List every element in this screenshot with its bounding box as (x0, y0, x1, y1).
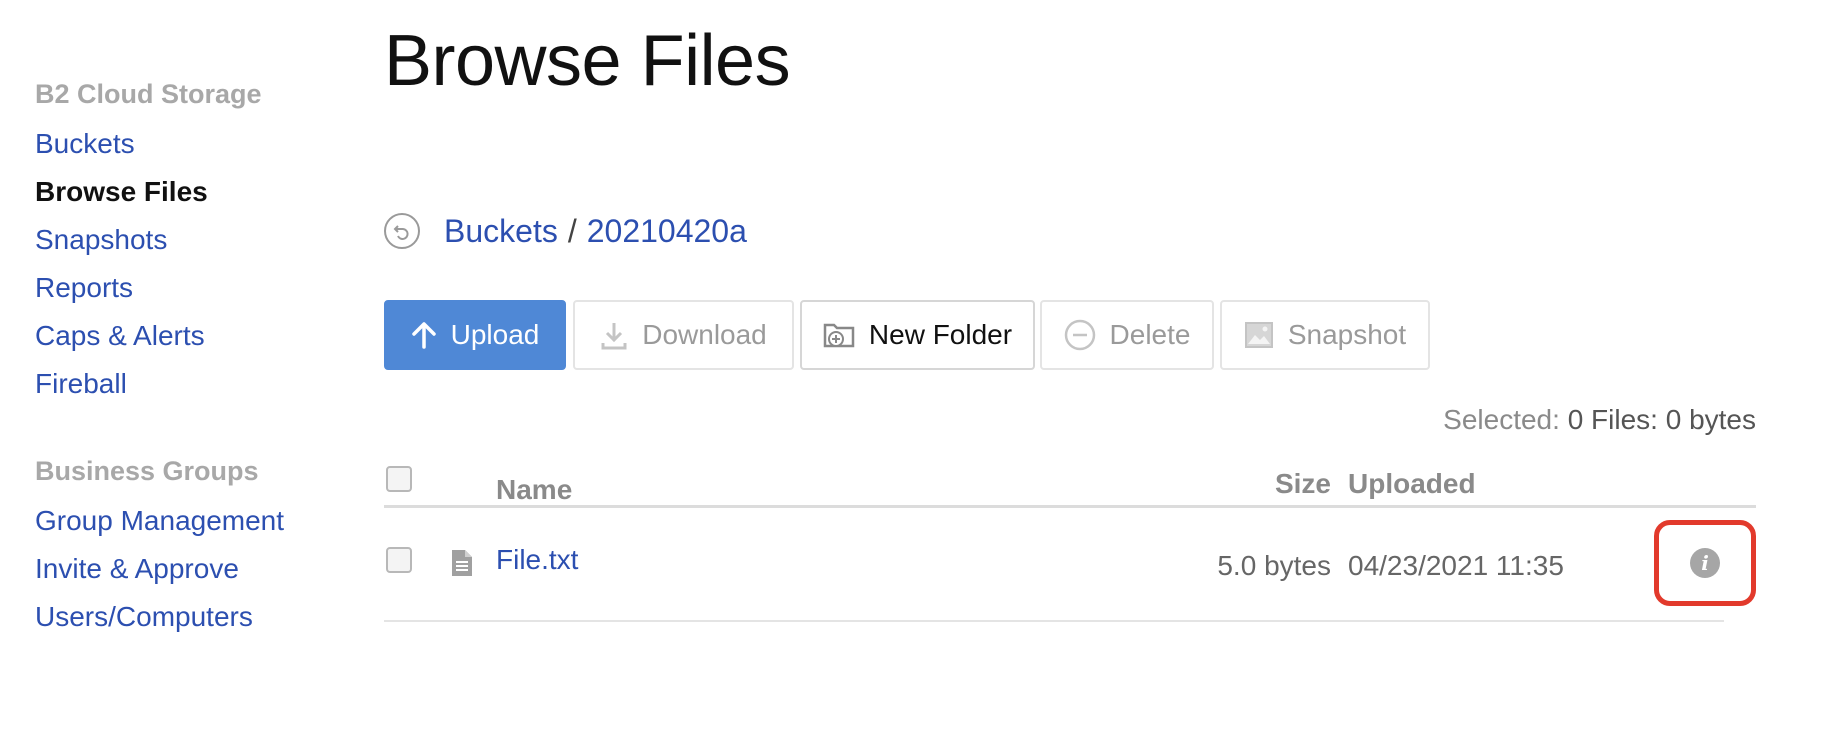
file-size: 5.0 bytes (1217, 550, 1331, 581)
download-button[interactable]: Download (573, 300, 794, 370)
select-all-checkbox[interactable] (386, 466, 412, 492)
table-row[interactable]: File.txt 5.0 bytes 04/23/2021 11:35 i (384, 508, 1756, 622)
upload-arrow-icon (411, 321, 437, 349)
text-file-icon (450, 548, 474, 583)
file-info-icon[interactable]: i (1690, 548, 1720, 578)
delete-minus-icon (1064, 319, 1096, 351)
row-divider (384, 620, 1724, 622)
new-folder-button-label: New Folder (868, 319, 1013, 350)
selection-value: 0 Files: 0 bytes (1567, 404, 1756, 435)
column-header-size[interactable]: Size (1275, 468, 1331, 500)
row-checkbox[interactable] (386, 547, 412, 573)
back-circle-icon[interactable] (384, 213, 420, 249)
new-folder-button[interactable]: New Folder (800, 300, 1035, 370)
sidebar-item-fireball[interactable]: Fireball (35, 368, 127, 400)
breadcrumb-separator: / (567, 212, 577, 249)
snapshot-image-icon (1244, 320, 1274, 350)
selection-summary: Selected: 0 Files: 0 bytes (1443, 404, 1756, 436)
file-name-link[interactable]: File.txt (496, 544, 578, 576)
upload-button[interactable]: Upload (384, 300, 566, 370)
sidebar-section-business-groups: Business Groups (35, 456, 259, 486)
breadcrumb-buckets-link[interactable]: Buckets (444, 213, 558, 250)
download-icon (600, 320, 628, 350)
sidebar-item-caps-alerts[interactable]: Caps & Alerts (35, 320, 205, 352)
snapshot-button[interactable]: Snapshot (1220, 300, 1430, 370)
sidebar-section-b2-cloud-storage: B2 Cloud Storage (35, 79, 262, 109)
sidebar-item-invite-approve[interactable]: Invite & Approve (35, 553, 239, 585)
sidebar-item-snapshots[interactable]: Snapshots (35, 224, 167, 256)
info-highlight-box: i (1654, 520, 1756, 606)
selection-label: Selected: (1443, 404, 1560, 435)
file-uploaded-date: 04/23/2021 11:35 (1348, 550, 1564, 581)
page-title: Browse Files (384, 21, 791, 101)
breadcrumb-bucket-link[interactable]: 20210420a (587, 213, 747, 250)
sidebar-item-browse-files[interactable]: Browse Files (35, 176, 208, 208)
sidebar-item-buckets[interactable]: Buckets (35, 128, 135, 160)
delete-button-label: Delete (1109, 319, 1191, 350)
upload-button-label: Upload (450, 319, 540, 350)
column-header-name[interactable]: Name (496, 474, 572, 506)
new-folder-icon (823, 320, 855, 350)
snapshot-button-label: Snapshot (1287, 319, 1407, 350)
download-button-label: Download (642, 319, 767, 350)
column-header-uploaded[interactable]: Uploaded (1348, 468, 1476, 500)
sidebar-item-users-computers[interactable]: Users/Computers (35, 601, 253, 633)
sidebar-item-reports[interactable]: Reports (35, 272, 133, 304)
breadcrumb: Buckets / 20210420a (384, 211, 747, 251)
sidebar-item-group-management[interactable]: Group Management (35, 505, 284, 537)
delete-button[interactable]: Delete (1040, 300, 1214, 370)
